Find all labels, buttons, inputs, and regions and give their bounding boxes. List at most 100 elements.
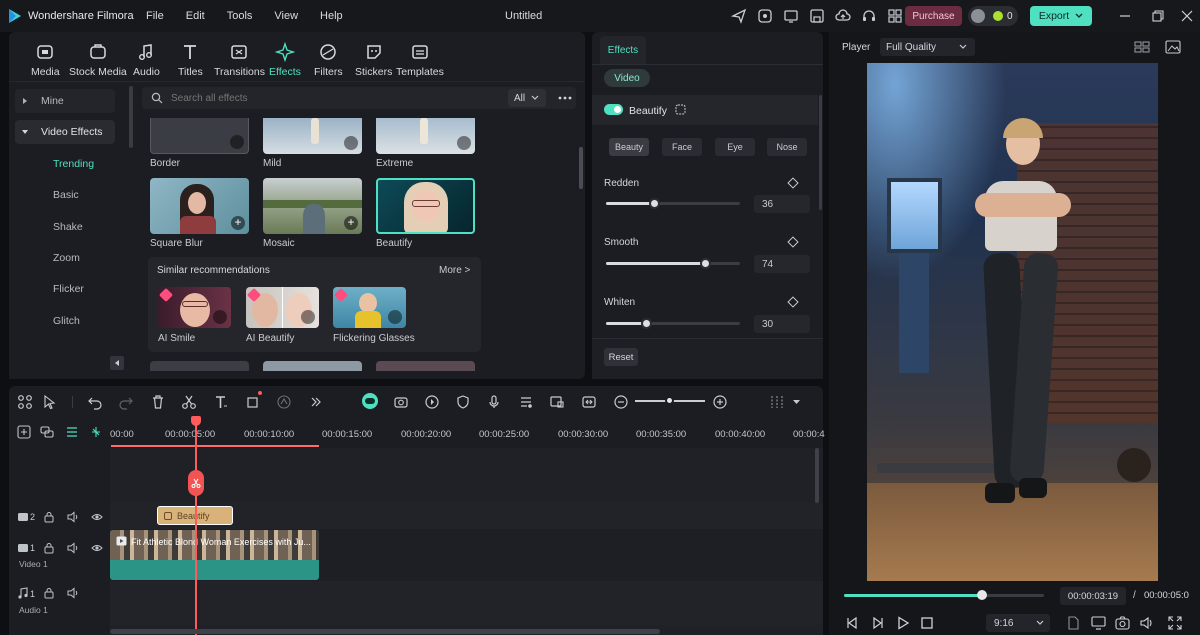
sidebar-scrollbar[interactable] — [129, 86, 133, 148]
reset-button[interactable]: Reset — [604, 348, 638, 366]
zoom-in-icon[interactable] — [712, 394, 728, 410]
effect-thumb-partial[interactable] — [150, 361, 249, 371]
timeline-vertical-scrollbar[interactable] — [815, 448, 819, 503]
effect-thumb-square-blur[interactable]: + — [150, 178, 249, 234]
previous-frame-icon[interactable] — [845, 616, 859, 630]
whiten-slider[interactable] — [606, 318, 740, 329]
display-settings-icon[interactable] — [1091, 616, 1106, 630]
sidebar-item-shake[interactable]: Shake — [53, 221, 83, 233]
segment-beauty[interactable]: Beauty — [609, 138, 649, 156]
split-scissors-handle[interactable] — [188, 470, 204, 496]
headset-icon[interactable] — [860, 7, 878, 25]
microphone-icon[interactable] — [486, 394, 502, 410]
monitor-icon[interactable] — [782, 7, 800, 25]
delete-trash-icon[interactable] — [150, 394, 166, 410]
tab-effects-props[interactable]: Effects — [600, 36, 646, 64]
lock-icon[interactable] — [43, 511, 55, 523]
lock-icon[interactable] — [43, 542, 55, 554]
speaker-icon[interactable] — [67, 511, 79, 523]
compare-icon[interactable] — [675, 104, 686, 115]
magnetic-snap-icon[interactable] — [89, 425, 103, 439]
volume-icon[interactable] — [1139, 616, 1154, 630]
tab-filters[interactable]: Filters — [314, 42, 343, 78]
smooth-slider[interactable] — [606, 258, 740, 269]
chevron-down-icon[interactable] — [793, 400, 800, 405]
quality-dropdown[interactable]: Full Quality — [880, 38, 975, 56]
tab-stickers[interactable]: Stickers — [355, 42, 392, 78]
aspect-ratio-dropdown[interactable]: 9:16 — [986, 614, 1050, 632]
subtab-video[interactable]: Video — [604, 69, 650, 87]
tab-media[interactable]: Media — [31, 42, 60, 78]
tab-audio[interactable]: Audio — [133, 42, 160, 78]
cloud-upload-icon[interactable] — [834, 7, 852, 25]
link-track-icon[interactable] — [40, 425, 54, 439]
effect-thumb-border[interactable] — [150, 118, 249, 154]
current-time[interactable]: 00:00:03:19 — [1060, 587, 1126, 605]
effect-thumb-mild[interactable] — [263, 118, 362, 154]
sidebar-item-mine[interactable]: Mine — [15, 89, 115, 113]
replace-media-icon[interactable] — [549, 394, 565, 410]
undo-icon[interactable] — [87, 394, 103, 410]
collapse-sidebar-button[interactable] — [110, 356, 124, 370]
segment-eye[interactable]: Eye — [715, 138, 755, 156]
crop-icon[interactable] — [245, 394, 261, 410]
menu-edit[interactable]: Edit — [186, 10, 205, 22]
segment-face[interactable]: Face — [662, 138, 702, 156]
tab-templates[interactable]: Templates — [396, 42, 444, 78]
more-options-icon[interactable] — [558, 96, 572, 100]
restore-icon[interactable] — [1152, 10, 1164, 22]
eye-visibility-icon[interactable] — [91, 542, 103, 554]
playhead-handle[interactable] — [191, 416, 201, 426]
sidebar-item-glitch[interactable]: Glitch — [53, 315, 80, 327]
more-tools-chevron-icon[interactable] — [308, 394, 324, 410]
video-preview[interactable] — [867, 63, 1158, 581]
track-manage-icon[interactable] — [65, 425, 79, 439]
zoom-out-icon[interactable] — [613, 394, 629, 410]
export-button[interactable]: Export — [1030, 6, 1092, 26]
add-icon[interactable]: + — [344, 216, 358, 230]
rec-thumb-ai-smile[interactable] — [158, 287, 231, 328]
auto-reframe-icon[interactable] — [393, 394, 409, 410]
camera-snapshot-icon[interactable] — [1115, 616, 1130, 630]
speed-ramp-icon[interactable] — [424, 394, 440, 410]
ai-assistant-icon[interactable] — [362, 393, 378, 409]
stop-icon[interactable] — [920, 616, 934, 630]
whiten-value[interactable]: 30 — [754, 315, 810, 333]
redden-slider[interactable] — [606, 198, 740, 209]
sidebar-item-trending[interactable]: Trending — [53, 158, 94, 170]
redden-value[interactable]: 36 — [754, 195, 810, 213]
close-icon[interactable] — [1181, 10, 1193, 22]
send-icon[interactable] — [730, 7, 748, 25]
download-icon[interactable] — [301, 310, 315, 324]
menu-view[interactable]: View — [274, 10, 298, 22]
tab-effects[interactable]: Effects — [269, 42, 301, 78]
player-scrubber[interactable] — [844, 590, 1044, 600]
effect-thumb-beautify[interactable] — [376, 178, 475, 234]
keyframe-diamond-icon[interactable] — [787, 296, 799, 308]
snapshot-image-icon[interactable] — [1165, 40, 1181, 54]
rec-thumb-ai-beautify[interactable] — [246, 287, 319, 328]
download-icon[interactable] — [388, 310, 402, 324]
keyframe-diamond-icon[interactable] — [787, 236, 799, 248]
ai-toolbox-icon[interactable] — [756, 7, 774, 25]
filter-dropdown[interactable]: All — [508, 89, 546, 107]
tab-transitions[interactable]: Transitions — [214, 42, 265, 78]
sidebar-item-flicker[interactable]: Flicker — [53, 283, 84, 295]
effect-thumb-extreme[interactable] — [376, 118, 475, 154]
rec-thumb-flickering-glasses[interactable] — [333, 287, 406, 328]
ai-effect-icon[interactable] — [276, 394, 292, 410]
split-scissors-icon[interactable] — [181, 394, 197, 410]
lock-icon[interactable] — [43, 587, 55, 599]
effects-scrollbar[interactable] — [579, 147, 583, 189]
keyframe-diamond-icon[interactable] — [787, 177, 799, 189]
text-tool-icon[interactable] — [213, 394, 229, 410]
minimize-icon[interactable] — [1119, 10, 1131, 22]
audio-mixer-icon[interactable] — [518, 394, 534, 410]
menu-tools[interactable]: Tools — [227, 10, 253, 22]
similar-more-link[interactable]: More > — [439, 265, 470, 276]
effect-thumb-mosaic[interactable]: + — [263, 178, 362, 234]
account-credits[interactable]: 0 — [968, 6, 1018, 26]
beautify-toggle[interactable] — [604, 104, 623, 115]
effect-thumb-partial[interactable] — [376, 361, 475, 371]
sidebar-item-video-effects[interactable]: Video Effects — [15, 120, 115, 144]
